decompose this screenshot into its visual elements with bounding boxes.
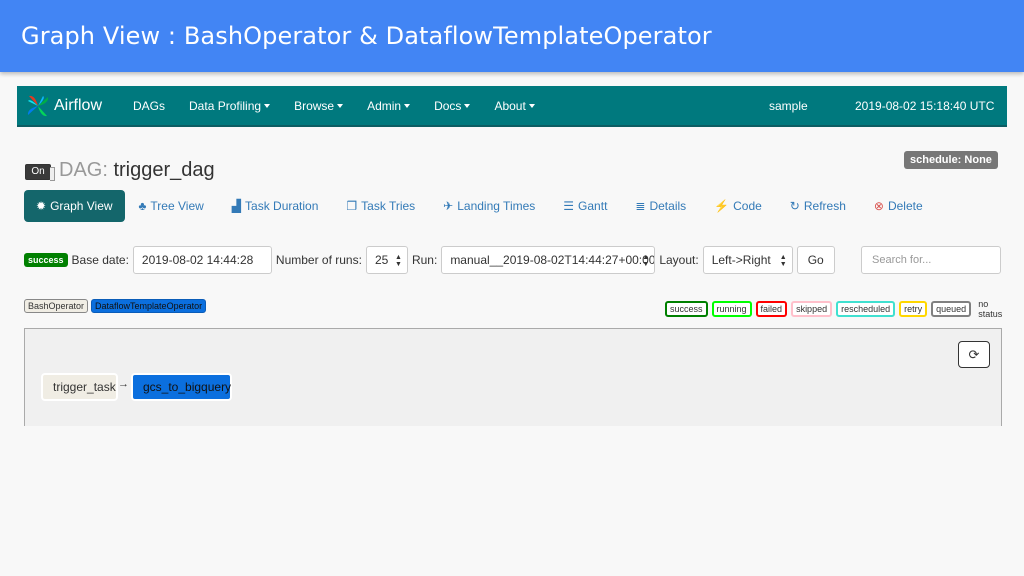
state-running[interactable]: running	[711, 301, 752, 317]
task-node-trigger-task[interactable]: trigger_task	[41, 373, 118, 401]
asterisk-icon: ✹	[36, 199, 47, 213]
tab-details[interactable]: ≣ Details	[621, 190, 700, 222]
tab-label: Tree View	[150, 199, 204, 213]
nav-admin-label: Admin	[367, 98, 402, 113]
nav-about-label: About	[494, 98, 526, 113]
dag-title: DAG: trigger_dag	[59, 159, 215, 182]
state-no-status: no status	[978, 299, 1003, 319]
tab-label: Code	[733, 199, 762, 213]
delete-icon: ⊗	[873, 199, 884, 213]
state-queued[interactable]: queued	[931, 301, 972, 317]
tab-label: Gantt	[578, 199, 608, 213]
nav-browse-label: Browse	[294, 98, 335, 113]
slide-header: Graph View : BashOperator & DataflowTemp…	[0, 0, 1024, 72]
tab-graph-view[interactable]: ✹ Graph View	[24, 190, 125, 222]
caret-down-icon	[264, 104, 271, 109]
select-arrows-icon: ▲ ▼	[642, 254, 650, 268]
run-label: Run:	[411, 253, 438, 267]
caret-down-icon	[337, 104, 344, 109]
tree-icon: ♣	[138, 199, 147, 213]
nav-dags[interactable]: DAGs	[121, 99, 177, 113]
view-tabs: ✹ Graph View ♣ Tree View ▟ Task Duration ❐ T…	[24, 190, 937, 222]
nav-browse[interactable]: Browse	[282, 99, 355, 113]
dag-id: trigger_dag	[113, 159, 215, 181]
refresh-icon: ↻	[789, 199, 800, 213]
tab-code[interactable]: ⚡ Code	[700, 190, 776, 222]
navbar: Airflow DAGs Data Profiling Browse Admin…	[17, 86, 1007, 127]
nav-data-profiling[interactable]: Data Profiling	[177, 99, 282, 113]
dag-graph: ⟳ trigger_task → gcs_to_bigquery	[24, 328, 1002, 426]
brand-text: Airflow	[54, 96, 103, 114]
gantt-icon: ☰	[563, 199, 575, 213]
state-retry[interactable]: retry	[899, 301, 928, 317]
caret-down-icon	[528, 104, 535, 109]
tab-label: Delete	[887, 199, 923, 213]
dag-title-prefix: DAG:	[59, 159, 108, 181]
tab-gantt[interactable]: ☰ Gantt	[549, 190, 621, 222]
nav-time: 2019-08-02 15:18:40 UTC	[855, 99, 995, 113]
bar-chart-icon: ▟	[231, 199, 242, 213]
nav-docs-label: Docs	[434, 98, 462, 113]
num-runs-select[interactable]: 25 ▲ ▼	[365, 246, 408, 274]
tab-landing-times[interactable]: ✈ Landing Times	[429, 190, 549, 222]
tab-label: Task Duration	[245, 199, 319, 213]
caret-down-icon	[464, 104, 471, 109]
num-runs-label: Number of runs:	[275, 253, 362, 267]
tab-delete[interactable]: ⊗ Delete	[860, 190, 937, 222]
layout-label: Layout:	[659, 253, 699, 267]
tab-label: Details	[649, 199, 687, 213]
select-arrows-icon: ▲ ▼	[395, 254, 402, 268]
tab-task-tries[interactable]: ❐ Task Tries	[332, 190, 429, 222]
tab-label: Graph View	[50, 199, 113, 213]
tab-label: Landing Times	[457, 199, 536, 213]
run-select[interactable]: manual__2019-08-02T14:44:27+00:00 ▲ ▼	[441, 246, 656, 274]
flash-icon: ⚡	[714, 199, 730, 213]
nav-admin[interactable]: Admin	[355, 99, 422, 113]
airflow-logo-icon	[27, 95, 49, 116]
state-rescheduled[interactable]: rescheduled	[836, 301, 896, 317]
nav-about[interactable]: About	[482, 99, 546, 113]
airflow-screenshot: Airflow DAGs Data Profiling Browse Admin…	[17, 86, 1007, 426]
plane-icon: ✈	[443, 199, 454, 213]
schedule-badge: schedule: None	[904, 151, 998, 169]
duplicate-icon: ❐	[346, 199, 358, 213]
base-date-input[interactable]: 2019-08-02 14:44:28	[132, 246, 272, 274]
brand[interactable]: Airflow	[25, 93, 121, 119]
operator-legend: BashOperator DataflowTemplateOperator	[24, 299, 207, 313]
state-failed[interactable]: failed	[755, 301, 788, 317]
nav-data-profiling-label: Data Profiling	[189, 98, 262, 113]
base-date-label: Base date:	[71, 253, 129, 267]
operator-dataflow-template[interactable]: DataflowTemplateOperator	[91, 299, 207, 313]
go-button[interactable]: Go	[796, 246, 835, 274]
layout-select[interactable]: Left->Right ▲ ▼	[702, 246, 793, 274]
tab-refresh[interactable]: ↻ Refresh	[776, 190, 860, 222]
graph-refresh-button[interactable]: ⟳	[958, 341, 990, 368]
layout-value: Left->Right	[711, 253, 771, 267]
state-skipped[interactable]: skipped	[791, 301, 833, 317]
num-runs-value: 25	[374, 253, 389, 267]
caret-down-icon	[404, 104, 411, 109]
operator-bash[interactable]: BashOperator	[24, 299, 89, 313]
tab-tree-view[interactable]: ♣ Tree View	[125, 190, 218, 222]
task-node-gcs-to-bigquery[interactable]: gcs_to_bigquery	[131, 373, 232, 401]
nav-docs[interactable]: Docs	[422, 99, 482, 113]
search-input[interactable]: Search for...	[861, 246, 1001, 274]
select-arrows-icon: ▲ ▼	[779, 254, 787, 268]
refresh-icon: ⟳	[968, 346, 980, 362]
slide-title: Graph View : BashOperator & DataflowTemp…	[21, 22, 712, 50]
dag-run-status-badge: success	[24, 253, 68, 267]
tab-task-duration[interactable]: ▟ Task Duration	[218, 190, 333, 222]
dag-pause-toggle[interactable]: On	[25, 164, 55, 181]
nav-user[interactable]: sample	[769, 99, 808, 113]
state-legend: success running failed skipped reschedul…	[665, 299, 1007, 319]
run-value: manual__2019-08-02T14:44:27+00:00	[450, 253, 656, 267]
state-success[interactable]: success	[665, 301, 708, 317]
tab-label: Task Tries	[361, 199, 416, 213]
graph-controls: success Base date: 2019-08-02 14:44:28 N…	[24, 246, 835, 274]
tab-label: Refresh	[803, 199, 846, 213]
edge-arrow-icon: →	[118, 378, 129, 390]
list-icon: ≣	[635, 199, 646, 213]
nav-dags-label: DAGs	[133, 98, 166, 113]
